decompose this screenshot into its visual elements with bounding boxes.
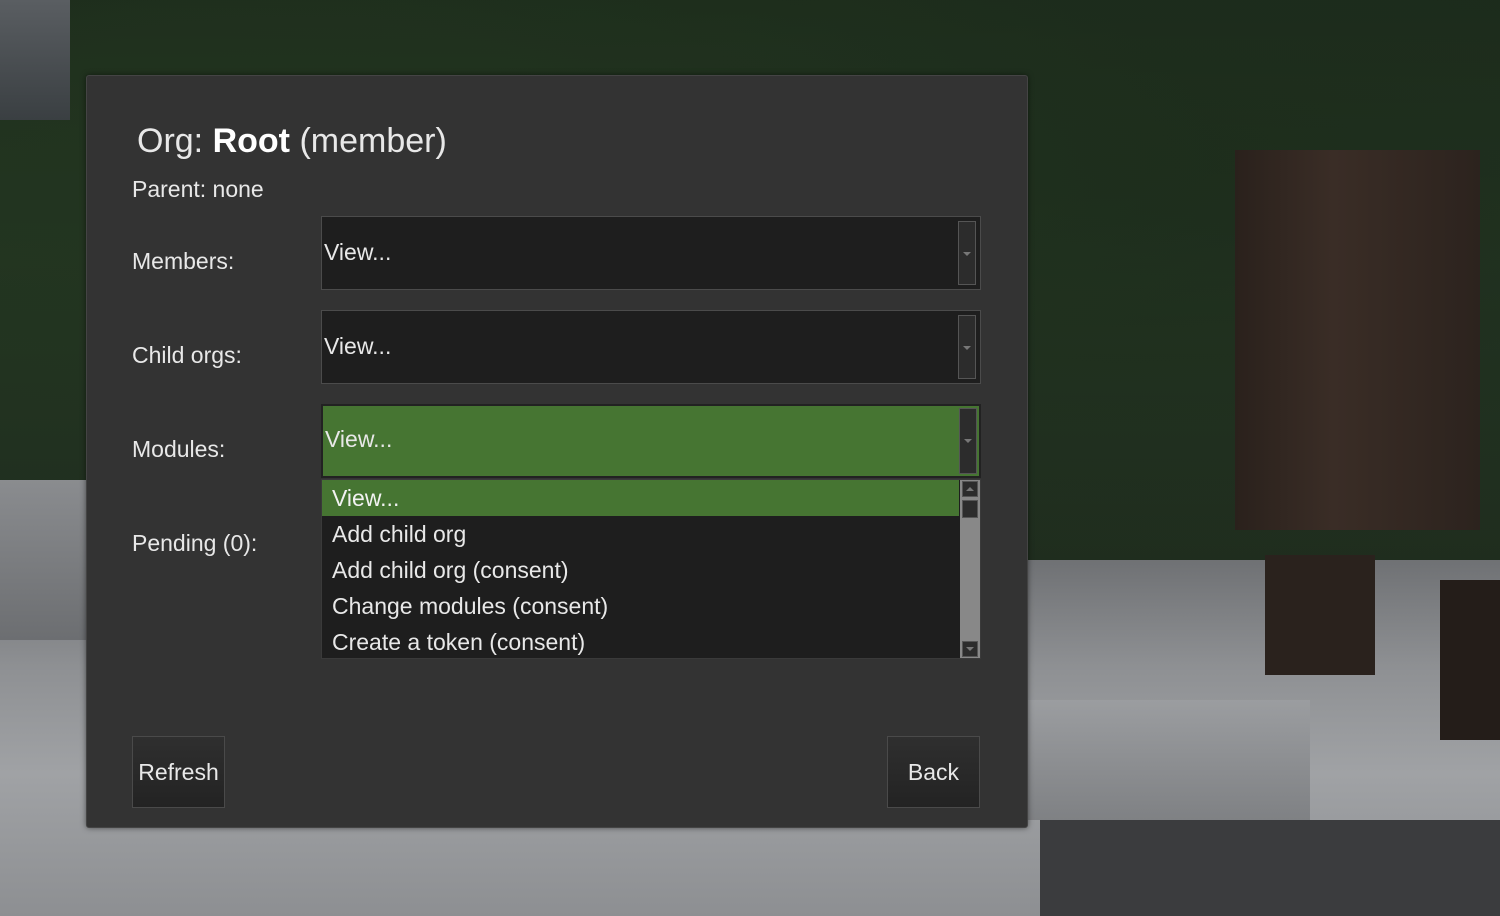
modules-options-list[interactable]: View... Add child org Add child org (con… (321, 479, 981, 659)
chevron-down-icon (963, 252, 971, 256)
scroll-up-button[interactable] (962, 481, 978, 497)
child-orgs-dropdown[interactable]: View... (321, 310, 981, 384)
refresh-button[interactable]: Refresh (132, 736, 225, 808)
parent-label: Parent: none (132, 176, 264, 202)
modules-dropdown[interactable]: View... (321, 404, 981, 478)
chevron-down-icon (966, 647, 974, 651)
option-change-modules-consent[interactable]: Change modules (consent) (322, 588, 959, 624)
members-dropdown-arrow[interactable] (958, 221, 976, 285)
scroll-thumb[interactable] (962, 500, 978, 518)
chevron-down-icon (963, 346, 971, 350)
child-orgs-label: Child orgs: (132, 342, 242, 368)
modules-dropdown-arrow[interactable] (959, 408, 977, 474)
title-role: (member) (290, 122, 447, 160)
org-name: Root (212, 122, 290, 160)
option-view[interactable]: View... (322, 480, 959, 516)
modules-label: Modules: (132, 436, 226, 462)
tree-trunk-right (1440, 580, 1500, 740)
members-dropdown-value: View... (324, 239, 392, 265)
child-orgs-dropdown-arrow[interactable] (958, 315, 976, 379)
members-dropdown[interactable]: View... (321, 216, 981, 290)
dialog-title: Org: Root (member) (137, 122, 447, 161)
pending-label: Pending (0): (132, 530, 258, 556)
chevron-up-icon (966, 487, 974, 491)
list-scrollbar[interactable] (960, 480, 980, 658)
child-orgs-dropdown-value: View... (324, 333, 392, 359)
back-button[interactable]: Back (887, 736, 980, 808)
snow-step (1010, 700, 1310, 820)
stone-path (1040, 820, 1500, 916)
option-add-child-org-consent[interactable]: Add child org (consent) (322, 552, 959, 588)
game-scene: Org: Root (member) Parent: none Members:… (0, 0, 1500, 916)
scroll-down-button[interactable] (962, 641, 978, 657)
members-label: Members: (132, 248, 235, 274)
snow-blocks-left (0, 480, 90, 640)
chevron-down-icon (964, 439, 972, 443)
tree-trunk (1235, 150, 1480, 530)
option-add-child-org[interactable]: Add child org (322, 516, 959, 552)
sky-patch (0, 0, 70, 120)
modules-dropdown-value: View... (325, 426, 393, 452)
tree-trunk-lower (1265, 555, 1375, 675)
option-create-token-consent[interactable]: Create a token (consent) (322, 624, 959, 658)
title-prefix: Org: (137, 122, 213, 160)
org-dialog: Org: Root (member) Parent: none Members:… (86, 75, 1028, 828)
